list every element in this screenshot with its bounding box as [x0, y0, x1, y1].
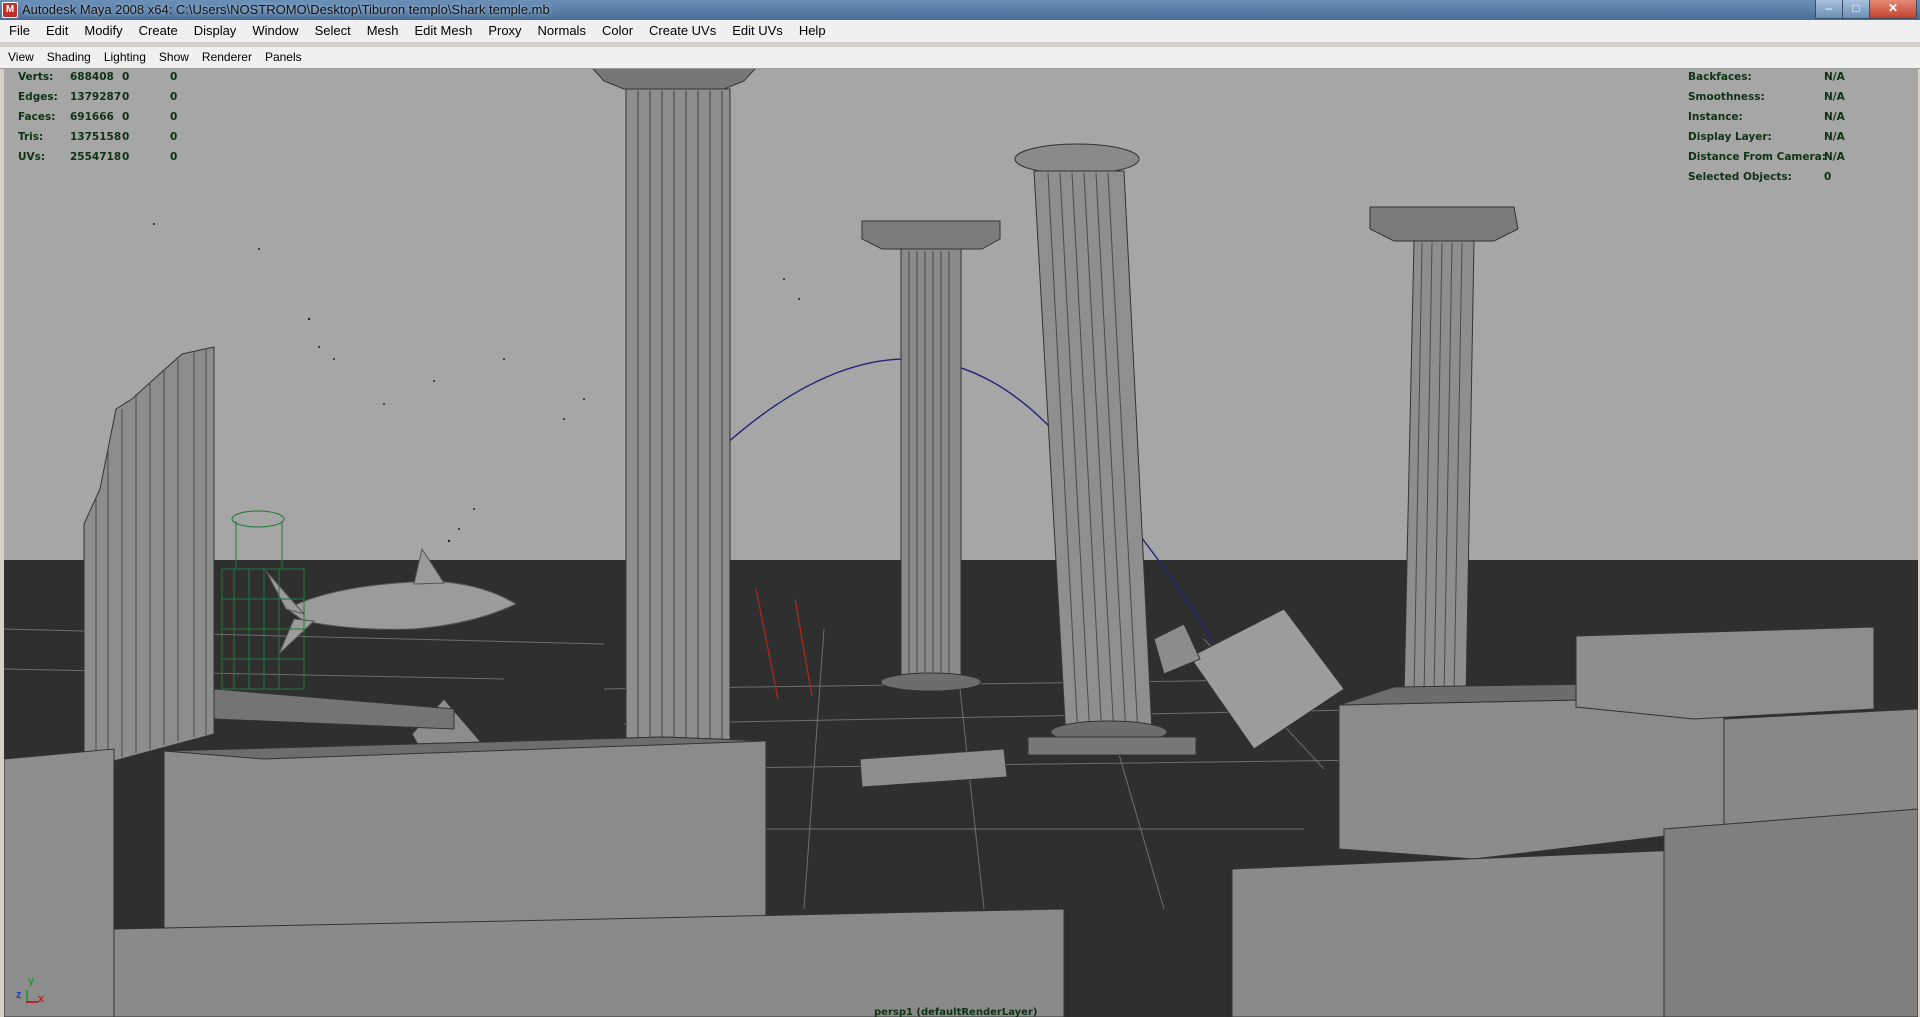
hud-value: 0	[1824, 171, 1832, 183]
axis-x-label: x	[38, 993, 45, 1005]
hud-selected: 0	[122, 91, 130, 103]
hud-label: Faces:	[18, 111, 56, 123]
hud-value: N/A	[1824, 131, 1845, 143]
hud-component: 0	[170, 91, 178, 103]
broken-column-left	[83, 346, 215, 770]
axis-z-label: z	[16, 989, 22, 1001]
hud-label: Smoothness:	[1688, 91, 1765, 103]
menu-edit-uvs[interactable]: Edit UVs	[723, 20, 790, 42]
hud-label: Display Layer:	[1688, 131, 1772, 143]
axis-y-label: y	[28, 975, 35, 987]
hud-component: 0	[170, 131, 178, 143]
hud-total: 691666	[70, 111, 114, 123]
panel-menu-renderer[interactable]: Renderer	[194, 47, 257, 68]
main-menu-bar: File Edit Modify Create Display Window S…	[0, 20, 1920, 43]
scene-render	[4, 69, 1918, 1017]
menu-edit-mesh[interactable]: Edit Mesh	[406, 20, 480, 42]
menu-create[interactable]: Create	[130, 20, 185, 42]
maximize-button[interactable]: □	[1842, 0, 1870, 19]
panel-menu-view[interactable]: View	[0, 47, 39, 68]
menu-window[interactable]: Window	[243, 20, 305, 42]
menu-normals[interactable]: Normals	[529, 20, 593, 42]
title-bar: M Autodesk Maya 2008 x64: C:\Users\NOSTR…	[0, 0, 1920, 20]
hud-component: 0	[170, 151, 178, 163]
hud-label: UVs:	[18, 151, 46, 163]
hud-total: 688408	[70, 71, 114, 83]
hud-label: Verts:	[18, 71, 54, 83]
menu-help[interactable]: Help	[790, 20, 833, 42]
close-button[interactable]: ✕	[1869, 0, 1917, 19]
hud-total: 1375158	[70, 131, 122, 143]
panel-menu-bar: View Shading Lighting Show Renderer Pane…	[0, 47, 1920, 69]
panel-menu-shading[interactable]: Shading	[39, 47, 96, 68]
axis-gizmo: y z x	[14, 975, 54, 1009]
camera-name-label: persp1 (defaultRenderLayer)	[874, 1007, 1038, 1017]
hud-selected: 0	[122, 151, 130, 163]
menu-edit[interactable]: Edit	[37, 20, 75, 42]
hud-label: Selected Objects:	[1688, 171, 1792, 183]
menu-display[interactable]: Display	[185, 20, 244, 42]
hud-selected: 0	[122, 71, 130, 83]
panel-menu-panels[interactable]: Panels	[257, 47, 307, 68]
hud-component: 0	[170, 111, 178, 123]
menu-proxy[interactable]: Proxy	[479, 20, 528, 42]
menu-create-uvs[interactable]: Create UVs	[640, 20, 723, 42]
menu-mesh[interactable]: Mesh	[358, 20, 406, 42]
hud-value: N/A	[1824, 91, 1845, 103]
perspective-viewport[interactable]: Verts: 688408 0 0 Edges: 1379287 0 0 Fac…	[4, 69, 1918, 1017]
window-title: Autodesk Maya 2008 x64: C:\Users\NOSTROM…	[22, 2, 550, 17]
hud-label: Tris:	[18, 131, 44, 143]
object-details-hud: Backfaces: N/A Smoothness: N/A Instance:…	[1688, 71, 1858, 183]
hud-value: N/A	[1824, 71, 1845, 83]
menu-file[interactable]: File	[0, 20, 37, 42]
hud-label: Instance:	[1688, 111, 1743, 123]
hud-total: 1379287	[70, 91, 122, 103]
hud-value: N/A	[1824, 151, 1845, 163]
minimize-button[interactable]: –	[1815, 0, 1843, 19]
hud-label: Distance From Camera:	[1688, 151, 1826, 163]
hud-label: Backfaces:	[1688, 71, 1752, 83]
panel-menu-lighting[interactable]: Lighting	[96, 47, 151, 68]
hud-selected: 0	[122, 131, 130, 143]
menu-color[interactable]: Color	[593, 20, 640, 42]
menu-select[interactable]: Select	[306, 20, 358, 42]
hud-component: 0	[170, 71, 178, 83]
maya-app-icon[interactable]: M	[2, 2, 18, 18]
hud-selected: 0	[122, 111, 130, 123]
poly-count-hud: Verts: 688408 0 0 Edges: 1379287 0 0 Fac…	[18, 71, 178, 163]
panel-menu-show[interactable]: Show	[151, 47, 194, 68]
hud-value: N/A	[1824, 111, 1845, 123]
menu-modify[interactable]: Modify	[75, 20, 129, 42]
hud-total: 2554718	[70, 151, 122, 163]
hud-label: Edges:	[18, 91, 58, 103]
